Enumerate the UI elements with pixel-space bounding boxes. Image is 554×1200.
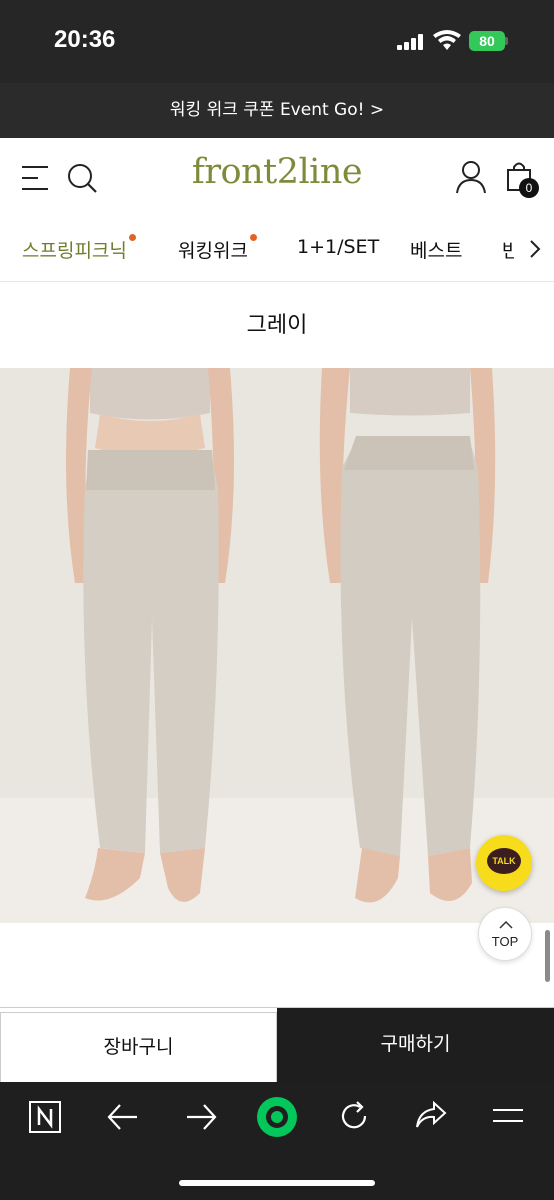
scroll-top-label: TOP [491, 934, 519, 949]
add-to-cart-button[interactable]: 장바구니 [0, 1012, 277, 1083]
chevron-up-icon [499, 921, 513, 929]
new-dot [249, 234, 257, 241]
category-label: 베스트 [410, 240, 463, 262]
category-item-set[interactable]: 1+1/SET [297, 236, 379, 258]
chevron-right-icon[interactable] [528, 238, 542, 260]
naver-icon[interactable] [28, 1100, 62, 1134]
site-header: front2line 0 [0, 138, 554, 218]
product-image [0, 368, 554, 923]
menu-icon[interactable] [492, 1106, 524, 1126]
cart-count-badge: 0 [519, 178, 539, 198]
home-indicator[interactable] [179, 1180, 375, 1186]
kakao-talk-label: TALK [487, 848, 521, 874]
green-dot-icon[interactable] [255, 1095, 299, 1139]
new-dot [128, 234, 136, 241]
category-label: 스프링피크닉 [22, 240, 127, 262]
category-item-best[interactable]: 베스트 [410, 236, 462, 263]
scrollbar[interactable] [545, 930, 550, 982]
back-icon[interactable] [106, 1102, 140, 1132]
category-nav: 스프링피크닉 워킹위크 1+1/SET 베스트 반 [0, 218, 554, 282]
kakao-talk-button[interactable]: TALK [476, 835, 532, 891]
product-color-title: 그레이 [246, 313, 308, 338]
scroll-top-button[interactable]: TOP [478, 907, 532, 961]
battery-indicator: 80 [469, 31, 505, 51]
forward-icon[interactable] [184, 1102, 218, 1132]
buy-now-button[interactable]: 구매하기 [277, 1008, 554, 1083]
status-time: 20:36 [54, 26, 116, 53]
category-label: 워킹위크 [178, 240, 248, 262]
wifi-icon [433, 30, 461, 50]
purchase-bar: 장바구니 구매하기 [0, 1007, 554, 1083]
cart-count: 0 [525, 181, 533, 195]
battery-tip [505, 37, 508, 45]
share-icon[interactable] [414, 1100, 448, 1130]
category-label: 1+1/SET [297, 236, 380, 258]
user-icon[interactable] [455, 160, 487, 194]
category-item-spring-picnic[interactable]: 스프링피크닉 [22, 234, 136, 263]
promo-banner[interactable]: 워킹 위크 쿠폰 Event Go! > [0, 83, 554, 138]
signal-icon [397, 34, 425, 50]
category-item-walking-week[interactable]: 워킹위크 [178, 234, 257, 263]
refresh-icon[interactable] [338, 1100, 370, 1132]
status-bar: 20:36 80 [0, 0, 554, 83]
